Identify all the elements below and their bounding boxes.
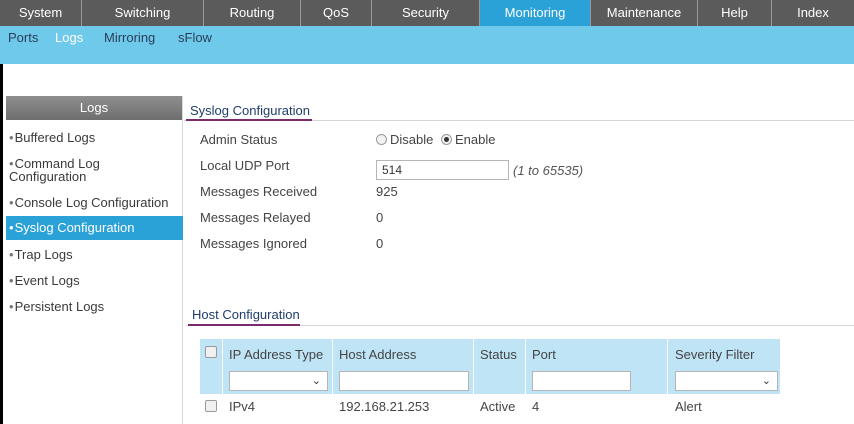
sidebar: Logs •Buffered Logs •Command Log Configu… xyxy=(6,96,183,424)
admin-status-radio-group: Disable Enable xyxy=(376,132,495,147)
udp-port-hint: (1 to 65535) xyxy=(513,163,584,178)
sidebar-item-label: Event Logs xyxy=(14,273,80,288)
bullet-icon: • xyxy=(9,195,14,210)
row-checkbox[interactable] xyxy=(205,400,217,412)
col-status: Status xyxy=(480,347,517,362)
sidebar-item-command-log[interactable]: •Command Log Configuration xyxy=(6,157,183,183)
sidebar-item-syslog[interactable]: •Syslog Configuration xyxy=(6,216,183,240)
messages-relayed-value: 0 xyxy=(376,210,384,225)
column-divider xyxy=(222,339,223,394)
radio-disable[interactable] xyxy=(376,134,387,145)
admin-status-label: Admin Status xyxy=(200,132,278,147)
section-underline xyxy=(186,119,312,121)
radio-enable-label: Enable xyxy=(454,132,496,147)
sidebar-item-label-line2: Configuration xyxy=(9,169,87,184)
messages-received-label: Messages Received xyxy=(200,184,318,199)
column-divider xyxy=(525,339,526,394)
messages-ignored-label: Messages Ignored xyxy=(200,236,307,251)
bullet-icon: • xyxy=(9,130,14,145)
sidebar-item-label: Syslog Configuration xyxy=(14,220,135,235)
row-status: Active xyxy=(480,399,516,414)
col-ip-address-type: IP Address Type xyxy=(229,347,324,362)
tab-index[interactable]: Index xyxy=(772,0,854,26)
row-ip-type: IPv4 xyxy=(229,399,256,414)
column-divider xyxy=(332,339,333,394)
tab-switching[interactable]: Switching xyxy=(82,0,204,26)
port-filter-input[interactable] xyxy=(532,371,631,391)
subnav-logs[interactable]: Logs xyxy=(55,29,83,47)
select-all-checkbox[interactable] xyxy=(205,346,217,358)
bullet-icon: • xyxy=(9,247,14,262)
messages-ignored-value: 0 xyxy=(376,236,384,251)
col-severity-filter: Severity Filter xyxy=(675,347,755,362)
sidebar-item-console-log[interactable]: •Console Log Configuration xyxy=(6,196,183,209)
host-section-title: Host Configuration xyxy=(192,307,300,322)
subnav-ports[interactable]: Ports xyxy=(8,29,38,47)
sidebar-item-event-logs[interactable]: •Event Logs xyxy=(6,274,183,287)
tab-qos[interactable]: QoS xyxy=(301,0,372,26)
frame-edge xyxy=(0,64,3,424)
udp-port-input[interactable] xyxy=(376,160,509,180)
messages-relayed-label: Messages Relayed xyxy=(200,210,311,225)
messages-received-value: 925 xyxy=(376,184,398,199)
row-severity: Alert xyxy=(675,399,702,414)
radio-disable-label: Disable xyxy=(390,132,434,147)
column-divider xyxy=(473,339,474,394)
top-nav: System Switching Routing QoS Security Mo… xyxy=(0,0,854,26)
bullet-icon: • xyxy=(9,273,14,288)
syslog-section-title: Syslog Configuration xyxy=(190,103,310,118)
tab-help[interactable]: Help xyxy=(698,0,772,26)
subnav-mirroring[interactable]: Mirroring xyxy=(104,29,155,47)
sidebar-item-label: Trap Logs xyxy=(14,247,73,262)
severity-filter-select[interactable]: ⌄ xyxy=(675,371,778,391)
udp-port-label: Local UDP Port xyxy=(200,158,290,173)
host-address-filter-input[interactable] xyxy=(339,371,469,391)
radio-enable[interactable] xyxy=(440,134,452,145)
tab-maintenance[interactable]: Maintenance xyxy=(591,0,698,26)
ip-type-filter-select[interactable]: ⌄ xyxy=(229,371,328,391)
tab-routing[interactable]: Routing xyxy=(204,0,301,26)
chevron-down-icon: ⌄ xyxy=(311,375,321,387)
tab-security[interactable]: Security xyxy=(372,0,480,26)
admin-enable-option[interactable]: Enable xyxy=(440,132,496,147)
row-port: 4 xyxy=(532,399,540,414)
subnav-sflow[interactable]: sFlow xyxy=(178,29,212,47)
col-host-address: Host Address xyxy=(339,347,417,362)
sidebar-item-label: Console Log Configuration xyxy=(14,195,169,210)
section-underline xyxy=(188,324,300,326)
tab-monitoring[interactable]: Monitoring xyxy=(480,0,591,26)
column-divider xyxy=(667,339,668,394)
row-host-address: 192.168.21.253 xyxy=(339,399,430,414)
sub-nav: Ports Logs Mirroring sFlow xyxy=(0,26,854,64)
tab-system[interactable]: System xyxy=(0,0,82,26)
bullet-icon: • xyxy=(9,299,14,314)
sidebar-item-label: Persistent Logs xyxy=(14,299,105,314)
sidebar-item-trap-logs[interactable]: •Trap Logs xyxy=(6,248,183,261)
sidebar-item-label: Buffered Logs xyxy=(14,130,96,145)
admin-disable-option[interactable]: Disable xyxy=(376,132,433,147)
sidebar-title: Logs xyxy=(6,96,182,120)
col-port: Port xyxy=(532,347,556,362)
bullet-icon: • xyxy=(9,220,14,235)
sidebar-item-persistent-logs[interactable]: •Persistent Logs xyxy=(6,300,183,313)
sidebar-item-buffered-logs[interactable]: •Buffered Logs xyxy=(6,131,183,144)
chevron-down-icon: ⌄ xyxy=(761,375,771,387)
